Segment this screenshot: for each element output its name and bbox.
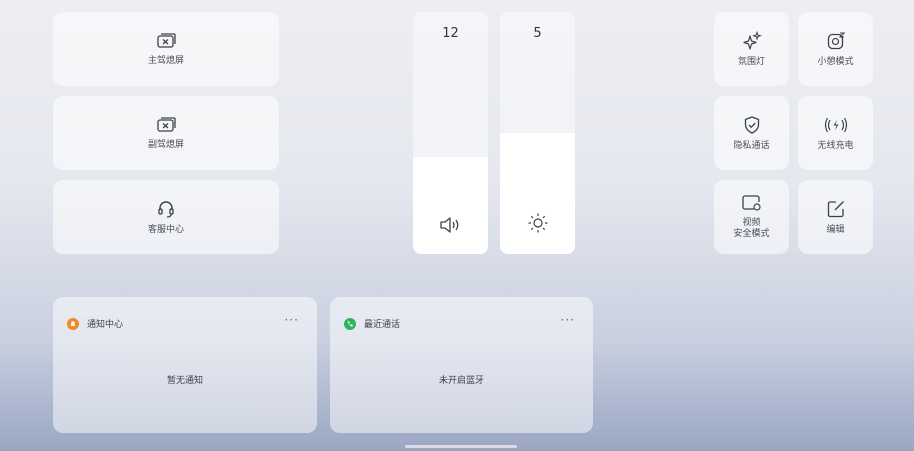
- screen-off-icon: [157, 116, 176, 132]
- more-icon[interactable]: ···: [561, 313, 575, 327]
- wireless-charging-tile[interactable]: 无线充电: [798, 96, 873, 170]
- tile-label: 客服中心: [147, 224, 184, 235]
- edit-tile[interactable]: 编辑: [798, 180, 873, 254]
- sun-icon: [528, 213, 547, 233]
- card-title: 通知中心: [87, 320, 124, 330]
- passenger-screen-off-tile[interactable]: 副驾熄屏: [53, 96, 279, 170]
- tile-label: 副驾熄屏: [147, 139, 184, 150]
- wireless-charge-icon: [824, 117, 847, 132]
- bluetooth-off-text: 未开启蓝牙: [438, 376, 484, 386]
- headset-icon: [158, 200, 174, 218]
- volume-slider[interactable]: 12: [413, 12, 488, 254]
- notification-center-card[interactable]: 通知中心 ··· 暂无通知: [53, 297, 317, 433]
- nap-mode-tile[interactable]: 小憩模式: [798, 12, 873, 86]
- sparkle-icon: [742, 30, 762, 50]
- ambient-light-tile[interactable]: 氛围灯: [714, 12, 789, 86]
- video-safe-mode-tile[interactable]: 视频 安全模式: [714, 180, 789, 254]
- video-safe-icon: [741, 195, 761, 211]
- notification-icon: [67, 317, 79, 330]
- driver-screen-off-tile[interactable]: 主驾熄屏: [53, 12, 279, 86]
- volume-slider-fill: [413, 157, 488, 254]
- customer-service-tile[interactable]: 客服中心: [53, 180, 279, 254]
- tile-label: 视频 安全模式: [733, 218, 770, 239]
- nap-icon: [827, 31, 845, 49]
- empty-notification-text: 暂无通知: [166, 376, 203, 386]
- recent-calls-card[interactable]: 最近通话 ··· 未开启蓝牙: [330, 297, 593, 433]
- speaker-icon: [439, 217, 458, 233]
- tile-label: 小憩模式: [817, 56, 854, 67]
- brightness-slider-fill: [500, 133, 575, 254]
- brightness-slider[interactable]: 5: [500, 12, 575, 254]
- tile-label: 编辑: [826, 224, 845, 235]
- tile-label: 隐私通话: [733, 140, 770, 151]
- phone-icon: [344, 317, 356, 330]
- private-call-tile[interactable]: 隐私通话: [714, 96, 789, 170]
- brightness-value: 5: [533, 26, 542, 41]
- edit-icon: [827, 200, 844, 217]
- card-title: 最近通话: [364, 320, 401, 330]
- home-indicator[interactable]: [405, 445, 517, 448]
- screen-off-icon: [157, 32, 176, 48]
- tile-label: 无线充电: [817, 140, 854, 151]
- shield-check-icon: [744, 115, 759, 134]
- volume-value: 12: [442, 26, 459, 41]
- more-icon[interactable]: ···: [285, 313, 299, 327]
- tile-label: 主驾熄屏: [147, 55, 184, 66]
- tile-label: 氛围灯: [737, 56, 765, 67]
